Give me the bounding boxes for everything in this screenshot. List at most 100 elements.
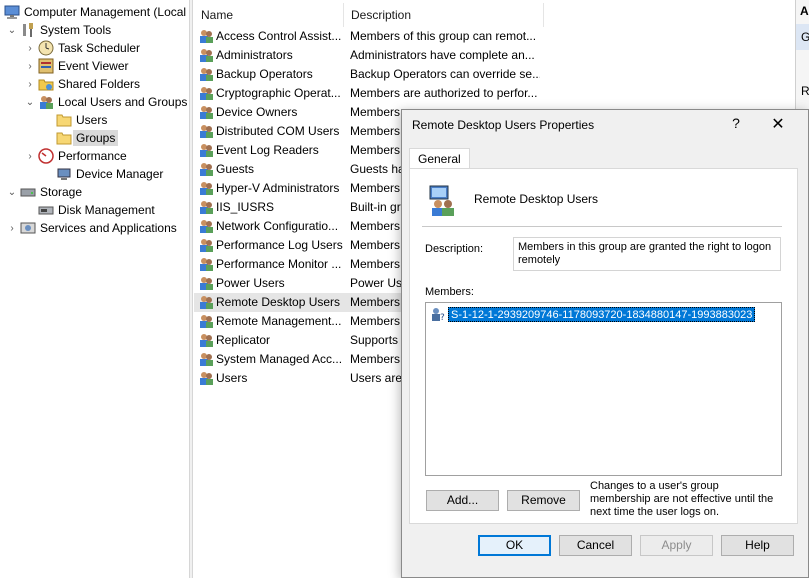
chevron-down-icon[interactable]: ⌄ [24, 97, 36, 108]
tree-label: Services and Applications [40, 221, 177, 235]
close-icon[interactable]: ✕ [766, 114, 790, 134]
tree-label: Computer Management (Local [24, 5, 187, 19]
actions-header: A [800, 4, 809, 18]
storage-icon [20, 184, 36, 200]
folder-icon [56, 112, 72, 128]
tree-item-shared-folders[interactable]: › Shared Folders [24, 75, 140, 93]
tree-label: Task Scheduler [58, 41, 141, 55]
apply-button[interactable]: Apply [640, 535, 713, 556]
tree-item-task-scheduler[interactable]: › Task Scheduler [24, 39, 140, 57]
group-description-cell: Members are authorized to perfor... [350, 86, 538, 100]
group-icon [198, 351, 214, 367]
chevron-right-icon[interactable]: › [24, 43, 36, 54]
properties-dialog: Remote Desktop Users Properties ? ✕ Gene… [401, 109, 809, 578]
chevron-right-icon[interactable]: › [24, 79, 36, 90]
tree-item-local-users-groups[interactable]: ⌄ Local Users and Groups [24, 93, 187, 111]
group-icon [198, 332, 214, 348]
chevron-right-icon[interactable]: › [24, 151, 36, 162]
group-icon [198, 275, 214, 291]
group-name-cell: Hyper-V Administrators [216, 181, 340, 195]
description-field[interactable]: Members in this group are granted the ri… [513, 237, 781, 271]
add-button[interactable]: Add... [426, 490, 499, 511]
group-icon [198, 313, 214, 329]
group-name-cell: Device Owners [216, 105, 298, 119]
help-button[interactable]: Help [721, 535, 794, 556]
group-icon [198, 28, 214, 44]
group-name-cell: Network Configuratio... [216, 219, 339, 233]
tab-general[interactable]: General [409, 148, 470, 169]
group-icon [198, 199, 214, 215]
group-name: Remote Desktop Users [474, 192, 599, 206]
group-name-cell: Remote Desktop Users [216, 295, 341, 309]
tree-label: Shared Folders [58, 77, 141, 91]
group-icon [198, 256, 214, 272]
pane-splitter[interactable] [189, 0, 193, 578]
tree-item-disk-management[interactable]: Disk Management [24, 201, 155, 219]
tree-label: Local Users and Groups [58, 95, 188, 109]
group-name-cell: System Managed Acc... [216, 352, 343, 366]
group-icon [198, 66, 214, 82]
event-viewer-icon [38, 58, 54, 74]
group-icon [198, 142, 214, 158]
member-item[interactable]: ? S-1-12-1-2939209746-1178093720-1834880… [430, 306, 756, 323]
group-name-cell: Access Control Assist... [216, 29, 342, 43]
console-tree: Computer Management (Local ⌄ System Tool… [0, 0, 189, 578]
tree-item-users[interactable]: Users [42, 111, 107, 129]
group-name-cell: IIS_IUSRS [216, 200, 275, 214]
group-name-cell: Cryptographic Operat... [216, 86, 341, 100]
system-tools-icon [20, 22, 36, 38]
column-header-description[interactable]: Description [344, 3, 544, 27]
actions-section-groups[interactable]: G [796, 24, 809, 50]
tree-item-storage[interactable]: ⌄ Storage [6, 183, 82, 201]
group-name-cell: Replicator [216, 333, 271, 347]
members-list[interactable]: ? S-1-12-1-2939209746-1178093720-1834880… [425, 302, 782, 476]
list-item[interactable]: Cryptographic Operat... Members are autho… [194, 84, 794, 103]
tree-label: Groups [73, 130, 119, 146]
list-item[interactable]: Backup Operators Backup Operators can ove… [194, 65, 794, 84]
group-icon [426, 184, 458, 216]
group-icon [198, 161, 214, 177]
list-item[interactable]: Administrators Administrators have comple… [194, 46, 794, 65]
tree-label: Disk Management [58, 203, 155, 217]
tree-label: Storage [40, 185, 83, 199]
tree-item-groups[interactable]: Groups [42, 129, 119, 147]
cancel-button[interactable]: Cancel [559, 535, 632, 556]
group-description-cell: Members of this group can remot... [350, 29, 537, 43]
list-item[interactable]: Access Control Assist... Members of this … [194, 27, 794, 46]
chevron-down-icon[interactable]: ⌄ [6, 187, 18, 198]
group-name-cell: Users [216, 371, 248, 385]
group-icon [198, 47, 214, 63]
tree-item-system-tools[interactable]: ⌄ System Tools [6, 21, 111, 39]
group-icon [198, 218, 214, 234]
chevron-down-icon[interactable]: ⌄ [6, 25, 18, 36]
tree-item-performance[interactable]: › Performance [24, 147, 127, 165]
disk-icon [38, 202, 54, 218]
tree-item-services-apps[interactable]: › Services and Applications [6, 219, 177, 237]
computer-management-icon [4, 4, 20, 20]
group-icon [198, 370, 214, 386]
tree-item-device-manager[interactable]: Device Manager [42, 165, 163, 183]
tree-label: Users [76, 113, 108, 127]
general-tab-panel: Remote Desktop Users Description: Member… [409, 168, 798, 524]
group-icon [198, 123, 214, 139]
help-icon[interactable]: ? [726, 115, 746, 131]
clock-icon [38, 40, 54, 56]
chevron-right-icon[interactable]: › [6, 223, 18, 234]
remove-button[interactable]: Remove [507, 490, 580, 511]
group-name-cell: Power Users [216, 276, 285, 290]
tree-item-event-viewer[interactable]: › Event Viewer [24, 57, 128, 75]
actions-section-item[interactable]: R [801, 84, 809, 98]
tree-item-computer-management[interactable]: Computer Management (Local [2, 3, 186, 21]
group-icon [198, 237, 214, 253]
members-label: Members: [425, 286, 474, 298]
ok-button[interactable]: OK [478, 535, 551, 556]
group-name-cell: Distributed COM Users [216, 124, 340, 138]
chevron-right-icon[interactable]: › [24, 61, 36, 72]
device-manager-icon [56, 166, 72, 182]
tree-label: Device Manager [76, 167, 164, 181]
group-icon [198, 104, 214, 120]
column-header-name[interactable]: Name [194, 3, 344, 27]
group-name-cell: Guests [216, 162, 255, 176]
divider [422, 226, 782, 227]
group-name-cell: Administrators [216, 48, 293, 62]
